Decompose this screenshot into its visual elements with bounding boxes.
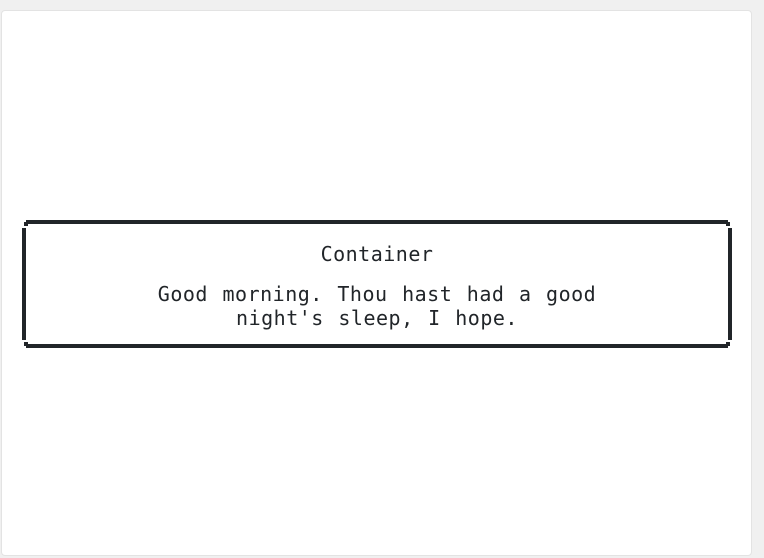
message-line-1: Good morning. Thou hast had a good <box>157 282 597 306</box>
corner-notch <box>726 342 730 346</box>
page-viewport: Container Good morning. Thou hast had a … <box>0 0 764 558</box>
container-title: Container <box>320 242 434 266</box>
corner-notch <box>726 222 730 226</box>
container-message: Good morning. Thou hast had a good night… <box>66 282 688 330</box>
corner-notch <box>24 222 28 226</box>
dialog-container: Container Good morning. Thou hast had a … <box>22 220 732 348</box>
corner-notch <box>24 342 28 346</box>
message-line-2: night's sleep, I hope. <box>236 306 518 330</box>
